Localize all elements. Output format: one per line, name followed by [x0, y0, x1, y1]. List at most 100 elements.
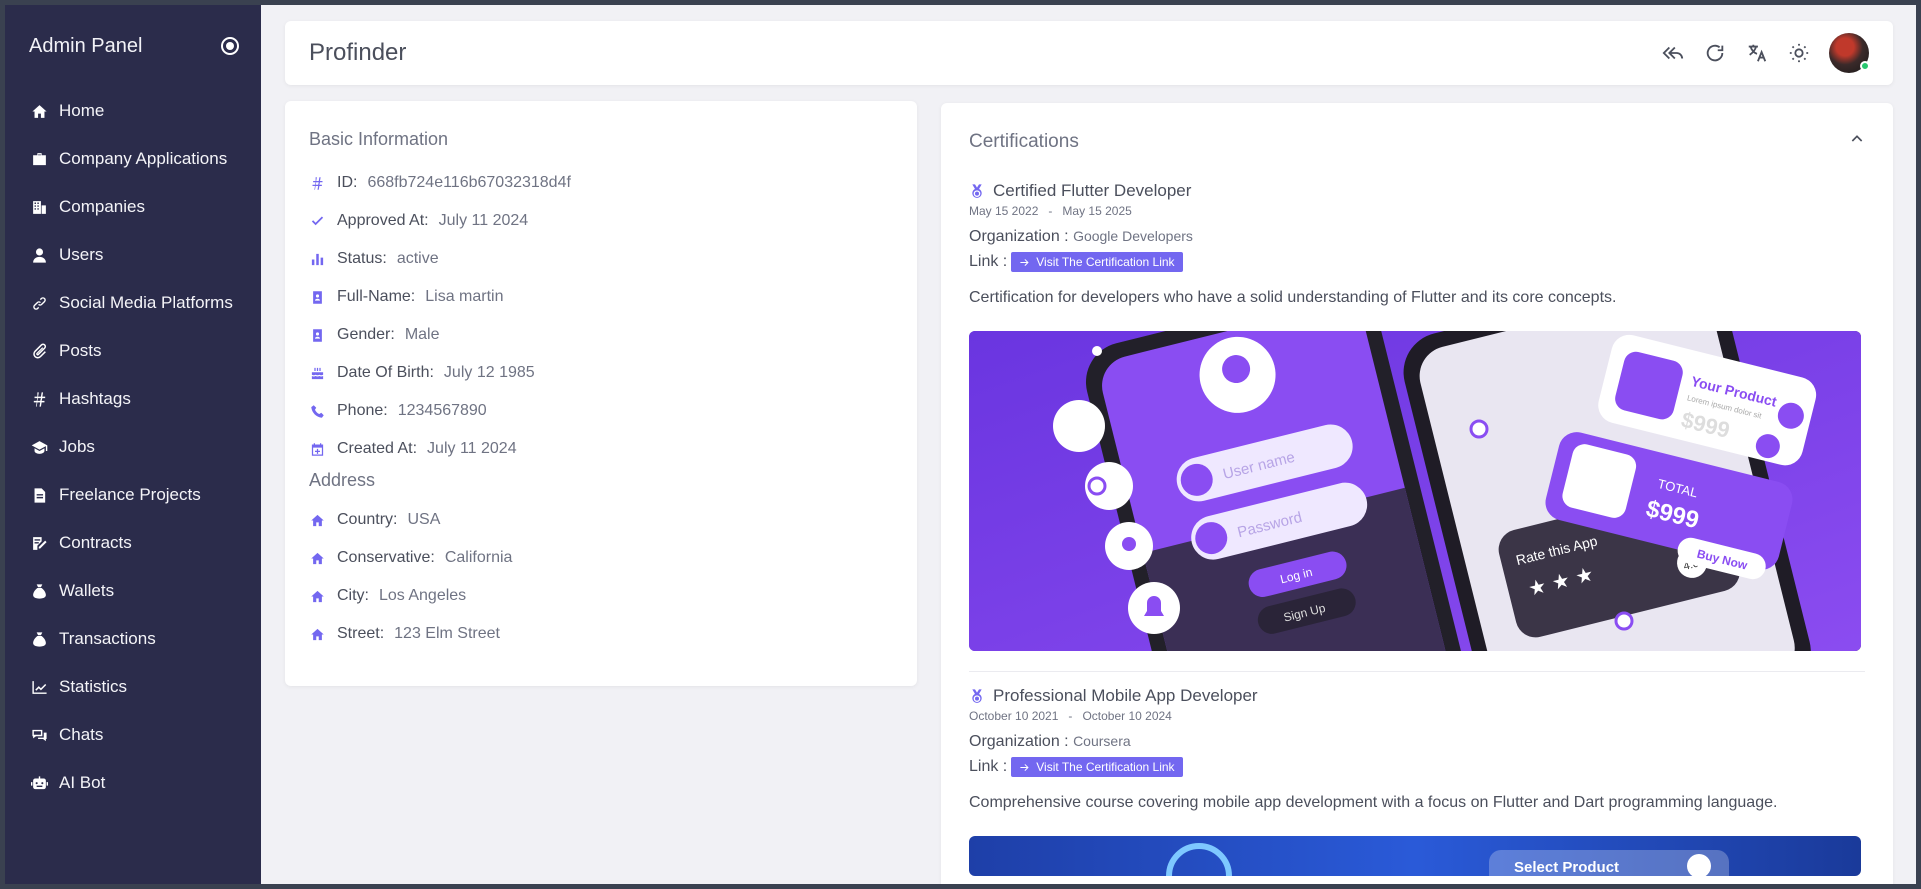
topbar: Profinder — [285, 21, 1893, 85]
info-value: 668fb724e116b67032318d4f — [367, 174, 571, 191]
sidebar-item-transactions[interactable]: Transactions — [5, 615, 261, 663]
arrow-right-icon — [1020, 258, 1029, 266]
chevron-up-icon[interactable] — [1849, 131, 1865, 153]
basic-info-card: Basic Information ID: 668fb724e116b67032… — [285, 101, 917, 686]
sidebar-item-hashtags[interactable]: Hashtags — [5, 375, 261, 423]
sidebar-item-statistics[interactable]: Statistics — [5, 663, 261, 711]
bar-chart-icon — [309, 252, 325, 267]
certification-link-button[interactable]: Visit The Certification Link — [1011, 757, 1183, 777]
sidebar-item-posts[interactable]: Posts — [5, 327, 261, 375]
date-separator: - — [1048, 204, 1053, 218]
sidebar-item-label: Home — [59, 101, 105, 120]
certification-description: Comprehensive course covering mobile app… — [969, 794, 1778, 811]
address-row-country: Country: USA — [309, 501, 893, 539]
sidebar-item-freelance-projects[interactable]: Freelance Projects — [5, 471, 261, 519]
sidebar-item-label: Social Media Platforms — [59, 293, 233, 312]
info-label: Phone: — [337, 402, 388, 419]
money-bag-icon — [29, 583, 49, 600]
certifications-title: Certifications — [969, 131, 1079, 152]
flutter-app-illustration: User name Password Log in Sign Up Rate t… — [969, 331, 1861, 651]
sidebar-header: Admin Panel — [5, 5, 261, 87]
info-label: Full-Name: — [337, 288, 416, 305]
certifications-header[interactable]: Certifications — [969, 103, 1865, 181]
address-title: Address — [309, 470, 376, 490]
certification-start-date: October 10 2021 — [969, 709, 1059, 723]
info-label: Date Of Birth: — [337, 364, 434, 381]
medal-icon — [969, 183, 985, 199]
sidebar-toggle-icon[interactable] — [221, 37, 239, 55]
info-row-status: Status: active — [309, 240, 893, 278]
address-label: City: — [337, 587, 369, 604]
certification-description: Certification for developers who have a … — [969, 289, 1617, 306]
robot-icon — [29, 775, 49, 792]
translate-icon[interactable] — [1745, 41, 1769, 65]
organization-label: Organization : — [969, 733, 1069, 750]
info-value: July 11 2024 — [438, 212, 529, 229]
sidebar-item-label: Transactions — [59, 629, 156, 648]
address-row-conservative: Conservative: California — [309, 539, 893, 577]
info-value: July 11 2024 — [427, 440, 517, 457]
sidebar-item-ai-bot[interactable]: AI Bot — [5, 759, 261, 807]
app-frame: Admin Panel Home Company Applications Co… — [5, 5, 1916, 884]
sidebar: Admin Panel Home Company Applications Co… — [5, 5, 261, 884]
info-row-created-at: Created At: July 11 2024 — [309, 430, 893, 468]
address-row-street: Street: 123 Elm Street — [309, 615, 893, 653]
hash-icon — [29, 391, 49, 408]
home-icon — [309, 627, 325, 642]
sidebar-item-label: Chats — [59, 725, 104, 744]
certifications-card: Certifications Certified Flutter Develop… — [941, 103, 1893, 884]
sidebar-item-contracts[interactable]: Contracts — [5, 519, 261, 567]
certification-link-button[interactable]: Visit The Certification Link — [1011, 252, 1183, 272]
home-icon — [309, 589, 325, 604]
phone-icon — [309, 404, 325, 419]
id-badge-icon — [309, 290, 325, 305]
info-value: Lisa martin — [425, 288, 504, 305]
sidebar-item-users[interactable]: Users — [5, 231, 261, 279]
address-label: Country: — [337, 511, 398, 528]
certification-name: Professional Mobile App Developer — [969, 686, 1865, 706]
sidebar-item-label: Posts — [59, 341, 102, 360]
avatar[interactable] — [1829, 33, 1870, 73]
select-product-text: Select Product — [1514, 859, 1619, 876]
address-row-city: City: Los Angeles — [309, 577, 893, 615]
page-title: Profinder — [309, 39, 407, 66]
sidebar-item-social-media-platforms[interactable]: Social Media Platforms — [5, 279, 261, 327]
info-value: Male — [404, 326, 440, 343]
id-badge-icon — [309, 328, 325, 343]
certification-item: Professional Mobile App Developer Octobe… — [969, 686, 1865, 876]
info-row-approved-at: Approved At: July 11 2024 — [309, 202, 893, 240]
home-icon — [309, 551, 325, 566]
building-icon — [29, 199, 49, 216]
certification-link-text: Visit The Certification Link — [1036, 760, 1175, 774]
sidebar-item-home[interactable]: Home — [5, 87, 261, 135]
sidebar-item-label: Statistics — [59, 677, 128, 696]
info-label: ID: — [337, 174, 358, 191]
info-label: Gender: — [337, 326, 395, 343]
refresh-icon[interactable] — [1703, 41, 1727, 65]
topbar-actions — [1661, 33, 1870, 73]
sidebar-item-chats[interactable]: Chats — [5, 711, 261, 759]
sidebar-item-jobs[interactable]: Jobs — [5, 423, 261, 471]
sidebar-item-label: Companies — [59, 197, 145, 216]
certification-dates: May 15 2022 - May 15 2025 — [969, 204, 1865, 218]
reply-all-icon[interactable] — [1661, 41, 1685, 65]
certification-start-date: May 15 2022 — [969, 204, 1039, 218]
home-icon — [309, 513, 325, 528]
organization-value: Coursera — [1073, 733, 1131, 749]
sidebar-item-companies[interactable]: Companies — [5, 183, 261, 231]
sidebar-item-wallets[interactable]: Wallets — [5, 567, 261, 615]
address-value: California — [444, 549, 513, 566]
certification-name: Certified Flutter Developer — [969, 181, 1865, 201]
sidebar-item-company-applications[interactable]: Company Applications — [5, 135, 261, 183]
sidebar-item-label: AI Bot — [59, 773, 106, 792]
home-icon — [29, 103, 49, 120]
certification-image: User name Password Log in Sign Up Rate t… — [969, 331, 1861, 651]
sun-icon[interactable] — [1787, 41, 1811, 65]
sidebar-menu: Home Company Applications Companies User… — [5, 87, 261, 807]
chat-icon — [29, 727, 49, 744]
info-row-phone: Phone: 1234567890 — [309, 392, 893, 430]
address-value: 123 Elm Street — [394, 625, 500, 642]
chart-line-icon — [29, 679, 49, 696]
basic-info-title: Basic Information — [309, 129, 449, 149]
certification-divider — [969, 671, 1865, 672]
